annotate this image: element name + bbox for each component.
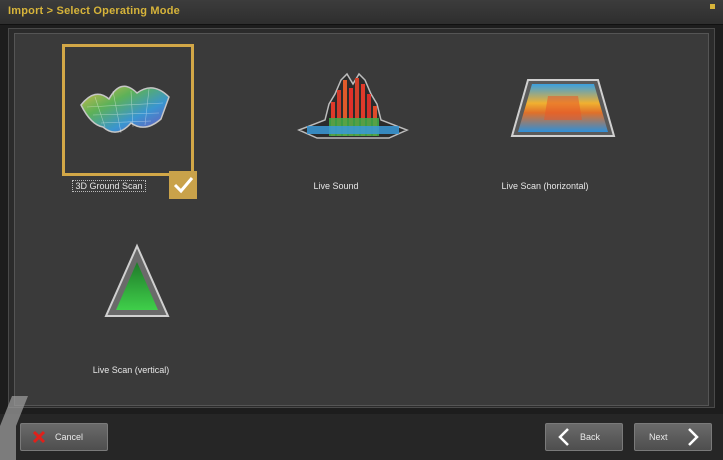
- chevron-right-icon: [688, 428, 699, 446]
- mode-live-scan-vertical[interactable]: Live Scan (vertical): [46, 228, 216, 388]
- mode-thumbnail-frame: [289, 44, 421, 176]
- mode-thumbnail-frame: [84, 228, 216, 360]
- next-button[interactable]: Next: [634, 423, 712, 451]
- cancel-x-icon: [32, 430, 46, 444]
- next-label: Next: [649, 432, 668, 442]
- chevron-left-icon: [558, 428, 569, 446]
- mode-live-scan-horizontal[interactable]: Live Scan (horizontal): [460, 44, 630, 204]
- mode-thumbnail-frame: [62, 44, 197, 199]
- mode-label: Live Scan (vertical): [92, 365, 170, 375]
- cancel-button[interactable]: Cancel: [20, 423, 108, 451]
- live-sound-icon: [297, 72, 409, 139]
- mode-label: Live Scan (horizontal): [501, 181, 589, 191]
- mode-thumbnail-frame: [498, 44, 630, 176]
- back-button[interactable]: Back: [545, 423, 623, 451]
- live-scan-horizontal-icon: [510, 79, 616, 137]
- 3d-ground-scan-icon: [80, 85, 170, 134]
- mode-label: Live Sound: [313, 181, 359, 191]
- mode-label: 3D Ground Scan: [24, 180, 194, 192]
- live-scan-vertical-icon: [104, 243, 170, 317]
- mode-3d-ground-scan[interactable]: 3D Ground Scan: [24, 44, 197, 204]
- mode-live-sound[interactable]: Live Sound: [251, 44, 421, 204]
- title-indicator-icon: [710, 4, 715, 9]
- back-label: Back: [580, 432, 601, 442]
- window-title: Import > Select Operating Mode: [8, 5, 180, 17]
- title-bar: Import > Select Operating Mode: [0, 0, 723, 25]
- cancel-label: Cancel: [55, 432, 84, 442]
